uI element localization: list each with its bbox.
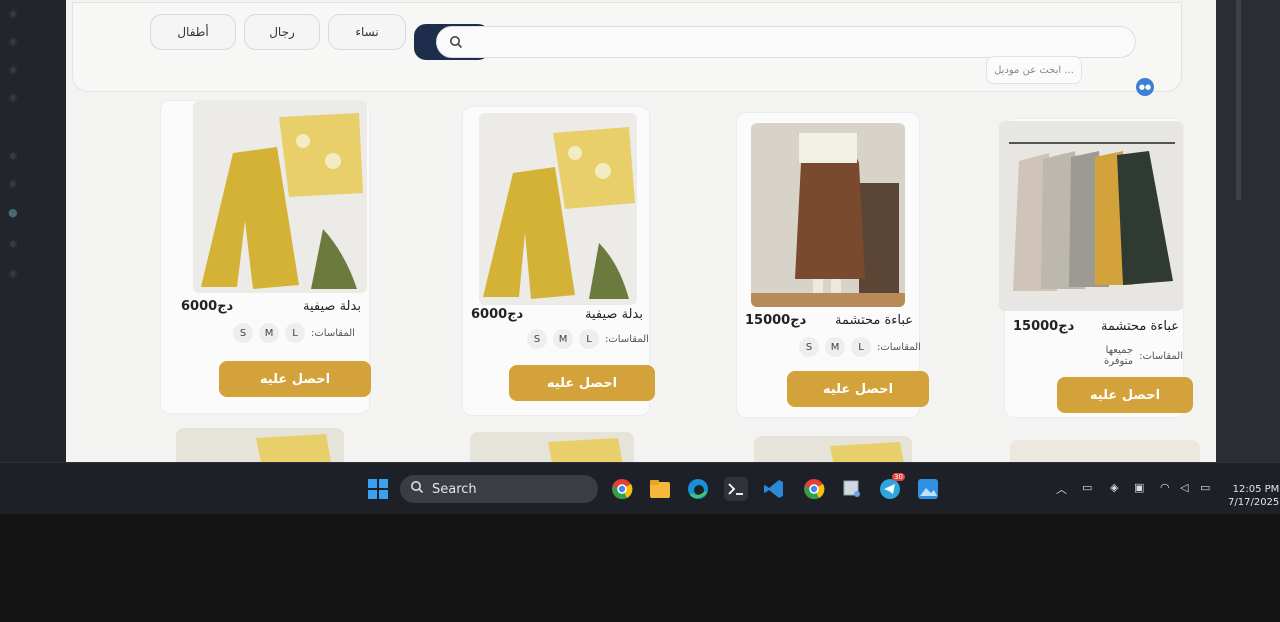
product-image[interactable] [999, 121, 1183, 311]
size-option[interactable]: M [825, 337, 845, 357]
react-icon: ⚛ [8, 8, 18, 21]
size-option[interactable]: L [851, 337, 871, 357]
vscode-icon[interactable] [762, 477, 786, 501]
product-name: عباءة محتشمة [1101, 319, 1180, 334]
security-icon[interactable]: ◈ [1110, 481, 1118, 494]
product-sizes: المقاسات: L M S [799, 337, 921, 357]
size-option[interactable]: M [259, 323, 279, 343]
snipping-tool-icon[interactable] [840, 477, 864, 501]
product-name: بدلة صيفية [303, 299, 361, 314]
tab-children[interactable]: أطفال [150, 14, 236, 50]
clock-date: 7/17/2025 [1228, 497, 1280, 508]
react-icon: ⚛ [8, 150, 18, 163]
product-card: عباءة محتشمة 15000دج المقاسات: L M S احص… [736, 112, 929, 418]
photos-icon[interactable] [916, 477, 940, 501]
sizes-available: جميعها متوفرة [1104, 345, 1134, 367]
file-icon: ● [8, 206, 18, 219]
size-option[interactable]: L [579, 329, 599, 349]
size-option[interactable]: M [553, 329, 573, 349]
search-input[interactable] [471, 35, 1123, 49]
taskbar-search-label: Search [432, 481, 477, 497]
volume-icon[interactable]: ◁ [1180, 481, 1188, 494]
extension-icon[interactable]: ●● [1136, 78, 1154, 96]
react-icon: ⚛ [8, 92, 18, 105]
editor-activity-strip: ⚛ ⚛ ⚛ ⚛ ⚛ ⚛ ● ⚛ ⚛ [0, 0, 70, 462]
battery-icon[interactable]: ▭ [1200, 481, 1210, 494]
clock[interactable]: 12:05 PM 7/17/2025 [1228, 483, 1279, 509]
react-icon: ⚛ [8, 64, 18, 77]
desk-surface [0, 514, 1280, 622]
size-option[interactable]: S [527, 329, 547, 349]
search-placeholder: ابحث عن موديل ... [986, 56, 1082, 84]
windows-start-icon[interactable] [366, 477, 390, 501]
scrollbar[interactable] [1236, 0, 1241, 200]
product-sizes: المقاسات: جميعها متوفرة [1085, 345, 1183, 367]
search-bar[interactable] [436, 26, 1136, 58]
sizes-label: المقاسات: [877, 341, 921, 353]
product-card: بدلة صيفية 6000دج المقاسات: L M S احصل ع… [160, 100, 371, 414]
search-icon [410, 480, 424, 498]
size-option[interactable]: S [799, 337, 819, 357]
product-sizes: المقاسات: L M S [527, 329, 649, 349]
product-image[interactable] [193, 101, 367, 293]
react-icon: ⚛ [8, 268, 18, 281]
product-name: عباءة محتشمة [835, 313, 914, 328]
edge-browser-icon[interactable] [686, 477, 710, 501]
size-option[interactable]: L [285, 323, 305, 343]
get-it-button[interactable]: احصل عليه [787, 371, 929, 407]
editor-side-panel [1216, 0, 1280, 462]
chrome-icon[interactable] [610, 477, 634, 501]
chrome-profile-icon[interactable] [802, 477, 826, 501]
product-image[interactable] [479, 113, 637, 305]
react-icon: ⚛ [8, 36, 18, 49]
taskbar-search[interactable]: Search [400, 475, 598, 503]
tab-men[interactable]: رجال [244, 14, 320, 50]
product-price: 6000دج [181, 299, 234, 314]
network-off-icon[interactable]: ▭ [1082, 481, 1092, 494]
sizes-label: المقاسات: [605, 333, 649, 345]
sizes-label: المقاسات: [311, 327, 355, 339]
product-card: عباءة محتشمة 15000دج المقاسات: جميعها مت… [999, 118, 1193, 418]
product-price: 6000دج [471, 307, 524, 322]
product-price: 15000دج [745, 313, 807, 328]
clock-time: 12:05 PM [1232, 484, 1280, 495]
sizes-label: المقاسات: [1139, 350, 1183, 362]
taskbar: Search 30 ︿ ▭ ◈ ▣ ◠ ◁ ▭ 12:05 PM 7/17/20… [0, 462, 1280, 514]
wifi-icon[interactable]: ◠ [1160, 481, 1170, 494]
size-option[interactable]: S [233, 323, 253, 343]
get-it-button[interactable]: احصل عليه [509, 365, 655, 401]
get-it-button[interactable]: احصل عليه [219, 361, 371, 397]
display-icon[interactable]: ▣ [1134, 481, 1144, 494]
product-card: بدلة صيفية 6000دج المقاسات: L M S احصل ع… [462, 106, 655, 416]
notification-badge: 30 [892, 473, 905, 481]
product-name: بدلة صيفية [585, 307, 643, 322]
product-price: 15000دج [1013, 319, 1075, 334]
product-image[interactable] [751, 123, 905, 307]
screen: ⚛ ⚛ ⚛ ⚛ ⚛ ⚛ ● ⚛ ⚛ أطفال رجال نساء الكل ا… [0, 0, 1280, 622]
react-icon: ⚛ [8, 238, 18, 251]
search-icon [449, 35, 463, 49]
telegram-icon[interactable]: 30 [878, 473, 905, 501]
file-explorer-icon[interactable] [648, 477, 672, 501]
react-icon: ⚛ [8, 178, 18, 191]
chevron-up-icon[interactable]: ︿ [1056, 481, 1067, 497]
terminal-icon[interactable] [724, 477, 748, 501]
product-sizes: المقاسات: L M S [233, 323, 355, 343]
tab-women[interactable]: نساء [328, 14, 406, 50]
get-it-button[interactable]: احصل عليه [1057, 377, 1193, 413]
